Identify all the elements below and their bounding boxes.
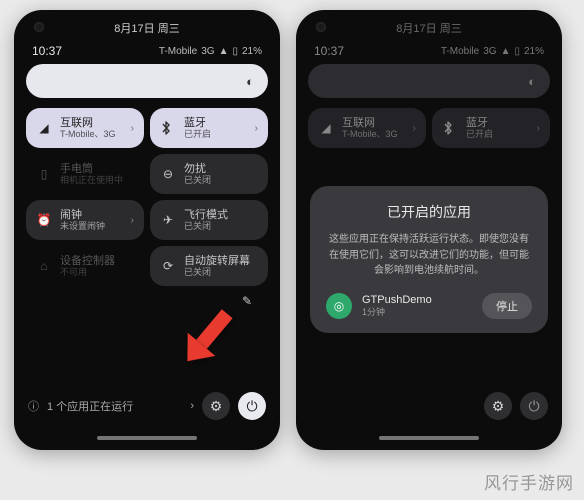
- tile-bluetooth[interactable]: 蓝牙 已开启 ›: [150, 108, 268, 148]
- status-bar: 10:37 T-Mobile 3G ▲ ▯ 21%: [14, 10, 280, 64]
- alarm-icon: ⏰: [36, 213, 52, 227]
- edit-icon[interactable]: ✎: [242, 294, 252, 308]
- brightness-icon: ◐: [528, 74, 536, 89]
- tile-sub: 已开启: [466, 129, 493, 139]
- running-apps-label[interactable]: 1 个应用正在运行: [47, 398, 182, 414]
- battery-label: 21%: [524, 46, 544, 57]
- tile-dnd[interactable]: ⊖ 勿扰 已关闭: [150, 154, 268, 194]
- stop-button[interactable]: 停止: [482, 293, 532, 319]
- phone-left: 8月17日 周三 10:37 T-Mobile 3G ▲ ▯ 21% ◐ ◢ 互…: [14, 10, 280, 450]
- power-icon: ⏻: [246, 398, 257, 415]
- clock: 10:37: [32, 44, 62, 58]
- tile-internet: ◢ 互联网 T-Mobile、3G ›: [308, 108, 426, 148]
- chevron-right-icon: ›: [255, 123, 258, 134]
- tile-title: 蓝牙: [184, 117, 211, 130]
- tile-internet[interactable]: ◢ 互联网 T-Mobile、3G ›: [26, 108, 144, 148]
- phone-right: 8月17日 周三 10:37 T-Mobile 3G ▲ ▯ 21% ◐ ◢ 互…: [296, 10, 562, 450]
- dialog-body: 这些应用正在保持活跃运行状态。即使您没有在使用它们，这可以改进它们的功能，但可能…: [326, 232, 532, 279]
- tile-sub: 相机正在使用中: [60, 175, 123, 185]
- chevron-right-icon: ›: [537, 123, 540, 134]
- chevron-right-icon: ›: [131, 215, 134, 226]
- dialog-title: 已开启的应用: [326, 202, 532, 222]
- dnd-icon: ⊖: [160, 167, 176, 181]
- tile-sub: T-Mobile、3G: [60, 129, 116, 139]
- tile-sub: 已关闭: [184, 221, 228, 231]
- tile-sub: T-Mobile、3G: [342, 129, 398, 139]
- gesture-bar[interactable]: [97, 436, 197, 440]
- tile-device-controls: ⌂ 设备控制器 不可用: [26, 246, 144, 286]
- tile-title: 互联网: [60, 117, 116, 130]
- chevron-right-icon: ›: [413, 123, 416, 134]
- tile-title: 飞行模式: [184, 209, 228, 222]
- date-header: 8月17日 周三: [296, 20, 562, 36]
- info-icon: ⓘ: [28, 398, 39, 414]
- tile-title: 蓝牙: [466, 117, 493, 130]
- rotate-icon: ⟳: [160, 259, 176, 273]
- brightness-slider[interactable]: ◐: [308, 64, 550, 98]
- battery-label: 21%: [242, 46, 262, 57]
- tile-bluetooth: 蓝牙 已开启 ›: [432, 108, 550, 148]
- chevron-right-icon: ›: [131, 123, 134, 134]
- flashlight-icon: ▯: [36, 167, 52, 181]
- signal-icon: ▲: [219, 46, 229, 57]
- carrier-label: T-Mobile: [441, 46, 479, 57]
- tile-title: 互联网: [342, 117, 398, 130]
- tile-alarm[interactable]: ⏰ 闹钟 未设置闹钟 ›: [26, 200, 144, 240]
- tile-title: 勿扰: [184, 163, 211, 176]
- app-duration: 1分钟: [362, 307, 432, 318]
- tile-airplane[interactable]: ✈ 飞行模式 已关闭: [150, 200, 268, 240]
- power-button[interactable]: ⏻: [238, 392, 266, 420]
- clock: 10:37: [314, 44, 344, 58]
- watermark: 风行手游网: [484, 469, 574, 494]
- gear-icon: ⚙: [210, 398, 223, 415]
- app-icon: ◎: [326, 293, 352, 319]
- tile-sub: 已关闭: [184, 267, 250, 277]
- gear-icon: ⚙: [492, 398, 505, 415]
- running-apps-dialog: 已开启的应用 这些应用正在保持活跃运行状态。即使您没有在使用它们，这可以改进它们…: [310, 186, 548, 333]
- chevron-right-icon: ›: [190, 400, 194, 412]
- home-icon: ⌂: [36, 259, 52, 273]
- tile-title: 设备控制器: [60, 255, 115, 268]
- date-header: 8月17日 周三: [14, 20, 280, 36]
- status-bar: 10:37 T-Mobile 3G ▲ ▯ 21%: [296, 10, 562, 64]
- brightness-icon: ◐: [246, 74, 254, 89]
- power-button[interactable]: ⏻: [520, 392, 548, 420]
- power-icon: ⏻: [528, 398, 539, 415]
- signal-icon: ▲: [501, 46, 511, 57]
- bluetooth-icon: [160, 121, 176, 135]
- tile-title: 闹钟: [60, 209, 105, 222]
- tile-sub: 已关闭: [184, 175, 211, 185]
- bluetooth-icon: [442, 121, 458, 135]
- battery-icon: ▯: [514, 46, 520, 57]
- gesture-bar[interactable]: [379, 436, 479, 440]
- battery-icon: ▯: [232, 46, 238, 57]
- network-label: 3G: [201, 46, 214, 57]
- annotation-arrow: [182, 309, 241, 373]
- running-app-row: ◎ GTPushDemo 1分钟 停止: [326, 293, 532, 319]
- brightness-slider[interactable]: ◐: [26, 64, 268, 98]
- settings-button[interactable]: ⚙: [484, 392, 512, 420]
- signal-icon: ◢: [36, 121, 52, 135]
- network-label: 3G: [483, 46, 496, 57]
- tile-sub: 不可用: [60, 267, 115, 277]
- carrier-label: T-Mobile: [159, 46, 197, 57]
- tile-sub: 未设置闹钟: [60, 221, 105, 231]
- settings-button[interactable]: ⚙: [202, 392, 230, 420]
- app-name: GTPushDemo: [362, 294, 432, 307]
- tile-sub: 已开启: [184, 129, 211, 139]
- tile-flashlight: ▯ 手电筒 相机正在使用中: [26, 154, 144, 194]
- signal-icon: ◢: [318, 121, 334, 135]
- tile-title: 手电筒: [60, 163, 123, 176]
- tile-title: 自动旋转屏幕: [184, 255, 250, 268]
- airplane-icon: ✈: [160, 213, 176, 227]
- tile-autorotate[interactable]: ⟳ 自动旋转屏幕 已关闭: [150, 246, 268, 286]
